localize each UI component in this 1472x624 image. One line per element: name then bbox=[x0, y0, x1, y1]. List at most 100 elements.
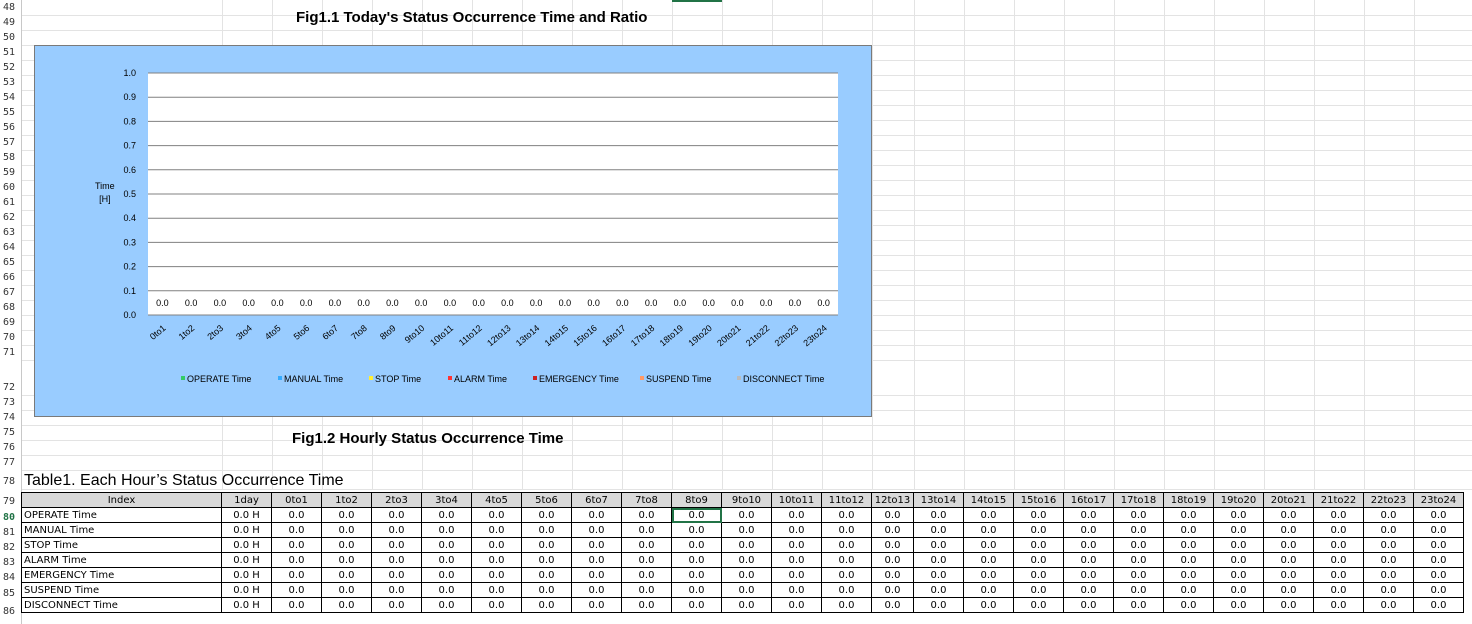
cell-7to8[interactable]: 0.0 bbox=[621, 582, 672, 598]
col-header-18to19[interactable]: 18to19 bbox=[1163, 492, 1214, 508]
cell-7to8[interactable]: 0.0 bbox=[621, 597, 672, 613]
col-header-2to3[interactable]: 2to3 bbox=[371, 492, 422, 508]
row-number-73[interactable]: 73 bbox=[0, 397, 18, 408]
cell-10to11[interactable]: 0.0 bbox=[771, 537, 822, 553]
cell-19to20[interactable]: 0.0 bbox=[1213, 507, 1264, 523]
row-number-78[interactable]: 78 bbox=[0, 476, 18, 487]
row-number-52[interactable]: 52 bbox=[0, 62, 18, 73]
col-header-1day[interactable]: 1day bbox=[221, 492, 272, 508]
cell-11to12[interactable]: 0.0 bbox=[821, 597, 872, 613]
cell-14to15[interactable]: 0.0 bbox=[963, 537, 1014, 553]
col-header-22to23[interactable]: 22to23 bbox=[1363, 492, 1414, 508]
cell-11to12[interactable]: 0.0 bbox=[821, 507, 872, 523]
cell-2to3[interactable]: 0.0 bbox=[371, 507, 422, 523]
cell-11to12[interactable]: 0.0 bbox=[821, 567, 872, 583]
row-number-50[interactable]: 50 bbox=[0, 32, 18, 43]
cell-7to8[interactable]: 0.0 bbox=[621, 507, 672, 523]
cell-22to23[interactable]: 0.0 bbox=[1363, 537, 1414, 553]
cell-9to10[interactable]: 0.0 bbox=[721, 597, 772, 613]
cell-16to17[interactable]: 0.0 bbox=[1063, 597, 1114, 613]
cell-23to24[interactable]: 0.0 bbox=[1413, 522, 1464, 538]
cell-0to1[interactable]: 0.0 bbox=[271, 522, 322, 538]
cell-17to18[interactable]: 0.0 bbox=[1113, 522, 1164, 538]
cell-15to16[interactable]: 0.0 bbox=[1013, 507, 1064, 523]
row-number-66[interactable]: 66 bbox=[0, 272, 18, 283]
row-number-48[interactable]: 48 bbox=[0, 2, 18, 13]
col-header-12to13[interactable]: 12to13 bbox=[871, 492, 914, 508]
row-number-75[interactable]: 75 bbox=[0, 427, 18, 438]
cell-22to23[interactable]: 0.0 bbox=[1363, 567, 1414, 583]
col-header-11to12[interactable]: 11to12 bbox=[821, 492, 872, 508]
cell-12to13[interactable]: 0.0 bbox=[871, 552, 914, 568]
cell-6to7[interactable]: 0.0 bbox=[571, 537, 622, 553]
cell-1day[interactable]: 0.0 H bbox=[221, 552, 272, 568]
col-header-23to24[interactable]: 23to24 bbox=[1413, 492, 1464, 508]
cell-2to3[interactable]: 0.0 bbox=[371, 582, 422, 598]
row-number-57[interactable]: 57 bbox=[0, 137, 18, 148]
cell-5to6[interactable]: 0.0 bbox=[521, 507, 572, 523]
cell-3to4[interactable]: 0.0 bbox=[421, 507, 472, 523]
cell-19to20[interactable]: 0.0 bbox=[1213, 537, 1264, 553]
cell-3to4[interactable]: 0.0 bbox=[421, 537, 472, 553]
cell-15to16[interactable]: 0.0 bbox=[1013, 522, 1064, 538]
cell-12to13[interactable]: 0.0 bbox=[871, 507, 914, 523]
row-number-58[interactable]: 58 bbox=[0, 152, 18, 163]
col-header-16to17[interactable]: 16to17 bbox=[1063, 492, 1114, 508]
cell-11to12[interactable]: 0.0 bbox=[821, 552, 872, 568]
row-number-71[interactable]: 71 bbox=[0, 347, 18, 358]
cell-0to1[interactable]: 0.0 bbox=[271, 567, 322, 583]
cell-17to18[interactable]: 0.0 bbox=[1113, 597, 1164, 613]
cell-6to7[interactable]: 0.0 bbox=[571, 522, 622, 538]
cell-13to14[interactable]: 0.0 bbox=[913, 507, 964, 523]
col-header-7to8[interactable]: 7to8 bbox=[621, 492, 672, 508]
row-number-60[interactable]: 60 bbox=[0, 182, 18, 193]
cell-23to24[interactable]: 0.0 bbox=[1413, 537, 1464, 553]
cell-1to2[interactable]: 0.0 bbox=[321, 582, 372, 598]
row-number-53[interactable]: 53 bbox=[0, 77, 18, 88]
row-number-68[interactable]: 68 bbox=[0, 302, 18, 313]
cell-5to6[interactable]: 0.0 bbox=[521, 582, 572, 598]
cell-16to17[interactable]: 0.0 bbox=[1063, 507, 1114, 523]
cell-1to2[interactable]: 0.0 bbox=[321, 552, 372, 568]
cell-5to6[interactable]: 0.0 bbox=[521, 597, 572, 613]
cell-23to24[interactable]: 0.0 bbox=[1413, 567, 1464, 583]
cell-1day[interactable]: 0.0 H bbox=[221, 522, 272, 538]
cell-4to5[interactable]: 0.0 bbox=[471, 522, 522, 538]
row-label[interactable]: SUSPEND Time bbox=[21, 582, 222, 598]
row-number-63[interactable]: 63 bbox=[0, 227, 18, 238]
cell-4to5[interactable]: 0.0 bbox=[471, 537, 522, 553]
cell-19to20[interactable]: 0.0 bbox=[1213, 582, 1264, 598]
cell-9to10[interactable]: 0.0 bbox=[721, 582, 772, 598]
cell-1day[interactable]: 0.0 H bbox=[221, 597, 272, 613]
row-number-59[interactable]: 59 bbox=[0, 167, 18, 178]
cell-2to3[interactable]: 0.0 bbox=[371, 567, 422, 583]
row-number-77[interactable]: 77 bbox=[0, 457, 18, 468]
row-number-62[interactable]: 62 bbox=[0, 212, 18, 223]
cell-14to15[interactable]: 0.0 bbox=[963, 507, 1014, 523]
cell-15to16[interactable]: 0.0 bbox=[1013, 552, 1064, 568]
cell-1day[interactable]: 0.0 H bbox=[221, 507, 272, 523]
cell-22to23[interactable]: 0.0 bbox=[1363, 582, 1414, 598]
col-header-17to18[interactable]: 17to18 bbox=[1113, 492, 1164, 508]
row-number-65[interactable]: 65 bbox=[0, 257, 18, 268]
cell-12to13[interactable]: 0.0 bbox=[871, 582, 914, 598]
cell-17to18[interactable]: 0.0 bbox=[1113, 507, 1164, 523]
cell-3to4[interactable]: 0.0 bbox=[421, 582, 472, 598]
cell-9to10[interactable]: 0.0 bbox=[721, 522, 772, 538]
cell-14to15[interactable]: 0.0 bbox=[963, 552, 1014, 568]
cell-8to9[interactable]: 0.0 bbox=[671, 597, 722, 613]
cell-6to7[interactable]: 0.0 bbox=[571, 582, 622, 598]
cell-10to11[interactable]: 0.0 bbox=[771, 507, 822, 523]
col-header-13to14[interactable]: 13to14 bbox=[913, 492, 964, 508]
cell-10to11[interactable]: 0.0 bbox=[771, 522, 822, 538]
cell-13to14[interactable]: 0.0 bbox=[913, 597, 964, 613]
cell-10to11[interactable]: 0.0 bbox=[771, 567, 822, 583]
cell-10to11[interactable]: 0.0 bbox=[771, 597, 822, 613]
cell-15to16[interactable]: 0.0 bbox=[1013, 537, 1064, 553]
cell-5to6[interactable]: 0.0 bbox=[521, 537, 572, 553]
cell-20to21[interactable]: 0.0 bbox=[1263, 537, 1314, 553]
cell-3to4[interactable]: 0.0 bbox=[421, 597, 472, 613]
cell-11to12[interactable]: 0.0 bbox=[821, 522, 872, 538]
col-header-8to9[interactable]: 8to9 bbox=[671, 492, 722, 508]
row-number-81[interactable]: 81 bbox=[0, 527, 18, 538]
